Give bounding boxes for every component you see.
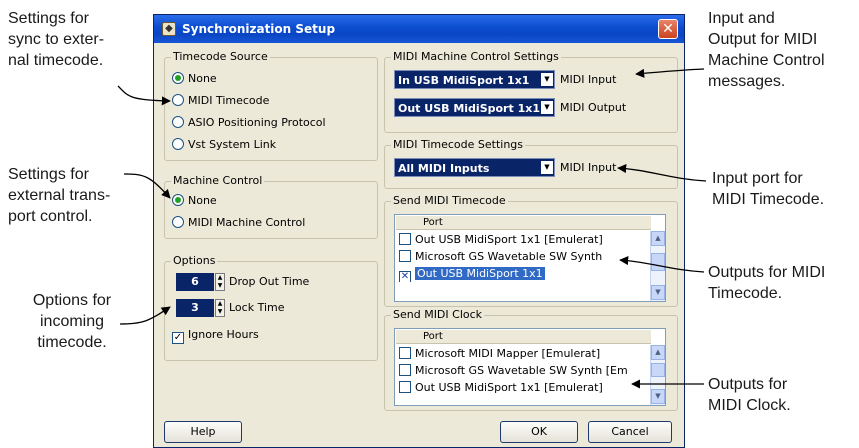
ignore-hours-checkbox[interactable]: ✓ Ignore Hours [172, 328, 259, 344]
annotation-mtc-input-port: Input port for MIDI Timecode. [712, 170, 825, 208]
drop-out-stepper-icon[interactable]: ▲ ▼ [215, 273, 225, 291]
radio-label: None [188, 72, 217, 85]
mmc-input-select[interactable]: In USB MidiSport 1x1 ▼ [394, 70, 555, 89]
drop-out-time-field[interactable]: 6 [176, 273, 214, 291]
annotation-transport-settings: Settings for external trans- port contro… [8, 166, 111, 225]
mtc-settings-title: MIDI Timecode Settings [391, 138, 526, 151]
dropdown-arrow-icon[interactable]: ▼ [541, 73, 553, 86]
port-checkbox[interactable] [399, 233, 411, 245]
list-item[interactable]: Microsoft GS Wavetable SW Synth [Em [399, 362, 647, 379]
radio-mc-none[interactable]: None [172, 194, 217, 210]
radio-label: ASIO Positioning Protocol [188, 116, 326, 129]
app-icon: ◆ [162, 22, 176, 36]
options-title: Options [171, 254, 218, 267]
scroll-down-icon[interactable]: ▼ [651, 285, 665, 300]
annotation-mmc-io: Input and Output for MIDI Machine Contro… [708, 10, 825, 90]
mtc-settings-group: MIDI Timecode Settings All MIDI Inputs ▼… [384, 138, 678, 189]
radio-indicator[interactable] [172, 216, 184, 228]
list-item[interactable]: Microsoft MIDI Mapper [Emulerat] [399, 345, 647, 362]
radio-label: Vst System Link [188, 138, 277, 151]
annotation-mtc-outputs: Outputs for MIDI Timecode. [708, 264, 826, 302]
dropdown-arrow-icon[interactable]: ▼ [541, 161, 553, 174]
x-check-icon[interactable]: ✕ [399, 271, 411, 282]
send-clock-list[interactable]: Port Microsoft MIDI Mapper [Emulerat] Mi… [394, 328, 666, 406]
scroll-thumb[interactable] [651, 253, 665, 271]
machine-control-title: Machine Control [171, 174, 265, 187]
mmc-output-label: MIDI Output [560, 101, 627, 114]
mtc-input-label: MIDI Input [560, 161, 617, 174]
radio-label: MIDI Machine Control [188, 216, 306, 229]
mmc-output-select[interactable]: Out USB MidiSport 1x1 ▼ [394, 98, 555, 117]
mmc-settings-group: MIDI Machine Control Settings In USB Mid… [384, 50, 678, 133]
radio-indicator[interactable] [172, 138, 184, 150]
mmc-settings-title: MIDI Machine Control Settings [391, 50, 561, 63]
send-clock-title: Send MIDI Clock [391, 308, 485, 321]
scroll-up-icon[interactable]: ▲ [651, 345, 665, 360]
checkbox-label: Ignore Hours [188, 328, 259, 341]
list-item[interactable]: Out USB MidiSport 1x1 [Emulerat] [399, 231, 647, 248]
radio-tc-midi-timecode[interactable]: MIDI Timecode [172, 94, 269, 110]
port-checkbox[interactable] [399, 364, 411, 376]
send-clock-group: Send MIDI Clock Port Microsoft MIDI Mapp… [384, 308, 678, 411]
machine-control-group: Machine Control None MIDI Machine Contro… [164, 174, 378, 239]
vertical-scrollbar[interactable]: ▲ ▼ [650, 345, 665, 405]
select-value: Out USB MidiSport 1x1 [398, 102, 540, 115]
options-group: Options 6 ▲ ▼ Drop Out Time 3 ▲ ▼ Lock Tim… [164, 254, 378, 361]
port-label: Out USB MidiSport 1x1 [415, 267, 545, 280]
send-mtc-group: Send MIDI Timecode Port Out USB MidiSpor… [384, 194, 678, 307]
ok-button[interactable]: OK [500, 421, 578, 443]
radio-mc-midi-machine-control[interactable]: MIDI Machine Control [172, 216, 305, 232]
port-label: Microsoft MIDI Mapper [Emulerat] [415, 347, 601, 360]
port-label: Out USB MidiSport 1x1 [Emulerat] [415, 233, 603, 246]
vertical-scrollbar[interactable]: ▲ ▼ [650, 231, 665, 301]
scroll-thumb[interactable] [651, 363, 665, 377]
radio-indicator[interactable] [172, 194, 184, 206]
sync-setup-dialog: ◆ Synchronization Setup ✕ Timecode Sourc… [153, 14, 685, 448]
port-checkbox[interactable] [399, 347, 411, 359]
mmc-input-label: MIDI Input [560, 73, 617, 86]
mtc-input-select[interactable]: All MIDI Inputs ▼ [394, 158, 555, 177]
radio-indicator[interactable] [172, 94, 184, 106]
radio-tc-vst-system-link[interactable]: Vst System Link [172, 138, 276, 154]
port-checkbox[interactable] [399, 381, 411, 393]
annotation-clock-outputs: Outputs for MIDI Clock. [708, 376, 791, 414]
radio-tc-none[interactable]: None [172, 72, 217, 88]
radio-label: MIDI Timecode [188, 94, 270, 107]
annotation-options-incoming: Options for incoming timecode. [32, 292, 112, 351]
lock-time-field[interactable]: 3 [176, 299, 214, 317]
port-column-header[interactable]: Port [396, 216, 651, 230]
select-value: In USB MidiSport 1x1 [398, 74, 530, 87]
scroll-down-icon[interactable]: ▼ [651, 389, 665, 404]
list-item[interactable]: Microsoft GS Wavetable SW Synth [399, 248, 647, 265]
radio-tc-asio[interactable]: ASIO Positioning Protocol [172, 116, 326, 132]
help-button[interactable]: Help [164, 421, 242, 443]
list-item[interactable]: Out USB MidiSport 1x1 [Emulerat] [399, 379, 647, 396]
checkmark-icon[interactable]: ✓ [172, 332, 184, 344]
radio-indicator[interactable] [172, 72, 184, 84]
select-value: All MIDI Inputs [398, 162, 490, 175]
timecode-source-title: Timecode Source [171, 50, 270, 63]
lock-time-label: Lock Time [229, 301, 285, 314]
list-item[interactable]: ✕ Out USB MidiSport 1x1 [399, 265, 647, 282]
cancel-button[interactable]: Cancel [588, 421, 672, 443]
drop-out-time-label: Drop Out Time [229, 275, 310, 288]
port-label: Microsoft GS Wavetable SW Synth [Em [415, 364, 628, 377]
send-mtc-title: Send MIDI Timecode [391, 194, 508, 207]
lock-time-stepper-icon[interactable]: ▲ ▼ [215, 299, 225, 317]
port-label: Microsoft GS Wavetable SW Synth [415, 250, 603, 263]
port-label: Out USB MidiSport 1x1 [Emulerat] [415, 381, 603, 394]
scroll-up-icon[interactable]: ▲ [651, 231, 665, 246]
annotation-sync-settings: Settings for sync to exter- nal timecode… [8, 10, 105, 69]
send-mtc-list[interactable]: Port Out USB MidiSport 1x1 [Emulerat] Mi… [394, 214, 666, 302]
port-checkbox[interactable] [399, 250, 411, 262]
title-bar[interactable]: ◆ Synchronization Setup ✕ [154, 15, 684, 43]
radio-indicator[interactable] [172, 116, 184, 128]
window-title: Synchronization Setup [182, 22, 336, 36]
radio-label: None [188, 194, 217, 207]
timecode-source-group: Timecode Source None MIDI Timecode ASIO … [164, 50, 378, 161]
port-column-header[interactable]: Port [396, 330, 651, 344]
dropdown-arrow-icon[interactable]: ▼ [541, 101, 553, 114]
close-button[interactable]: ✕ [658, 19, 678, 39]
